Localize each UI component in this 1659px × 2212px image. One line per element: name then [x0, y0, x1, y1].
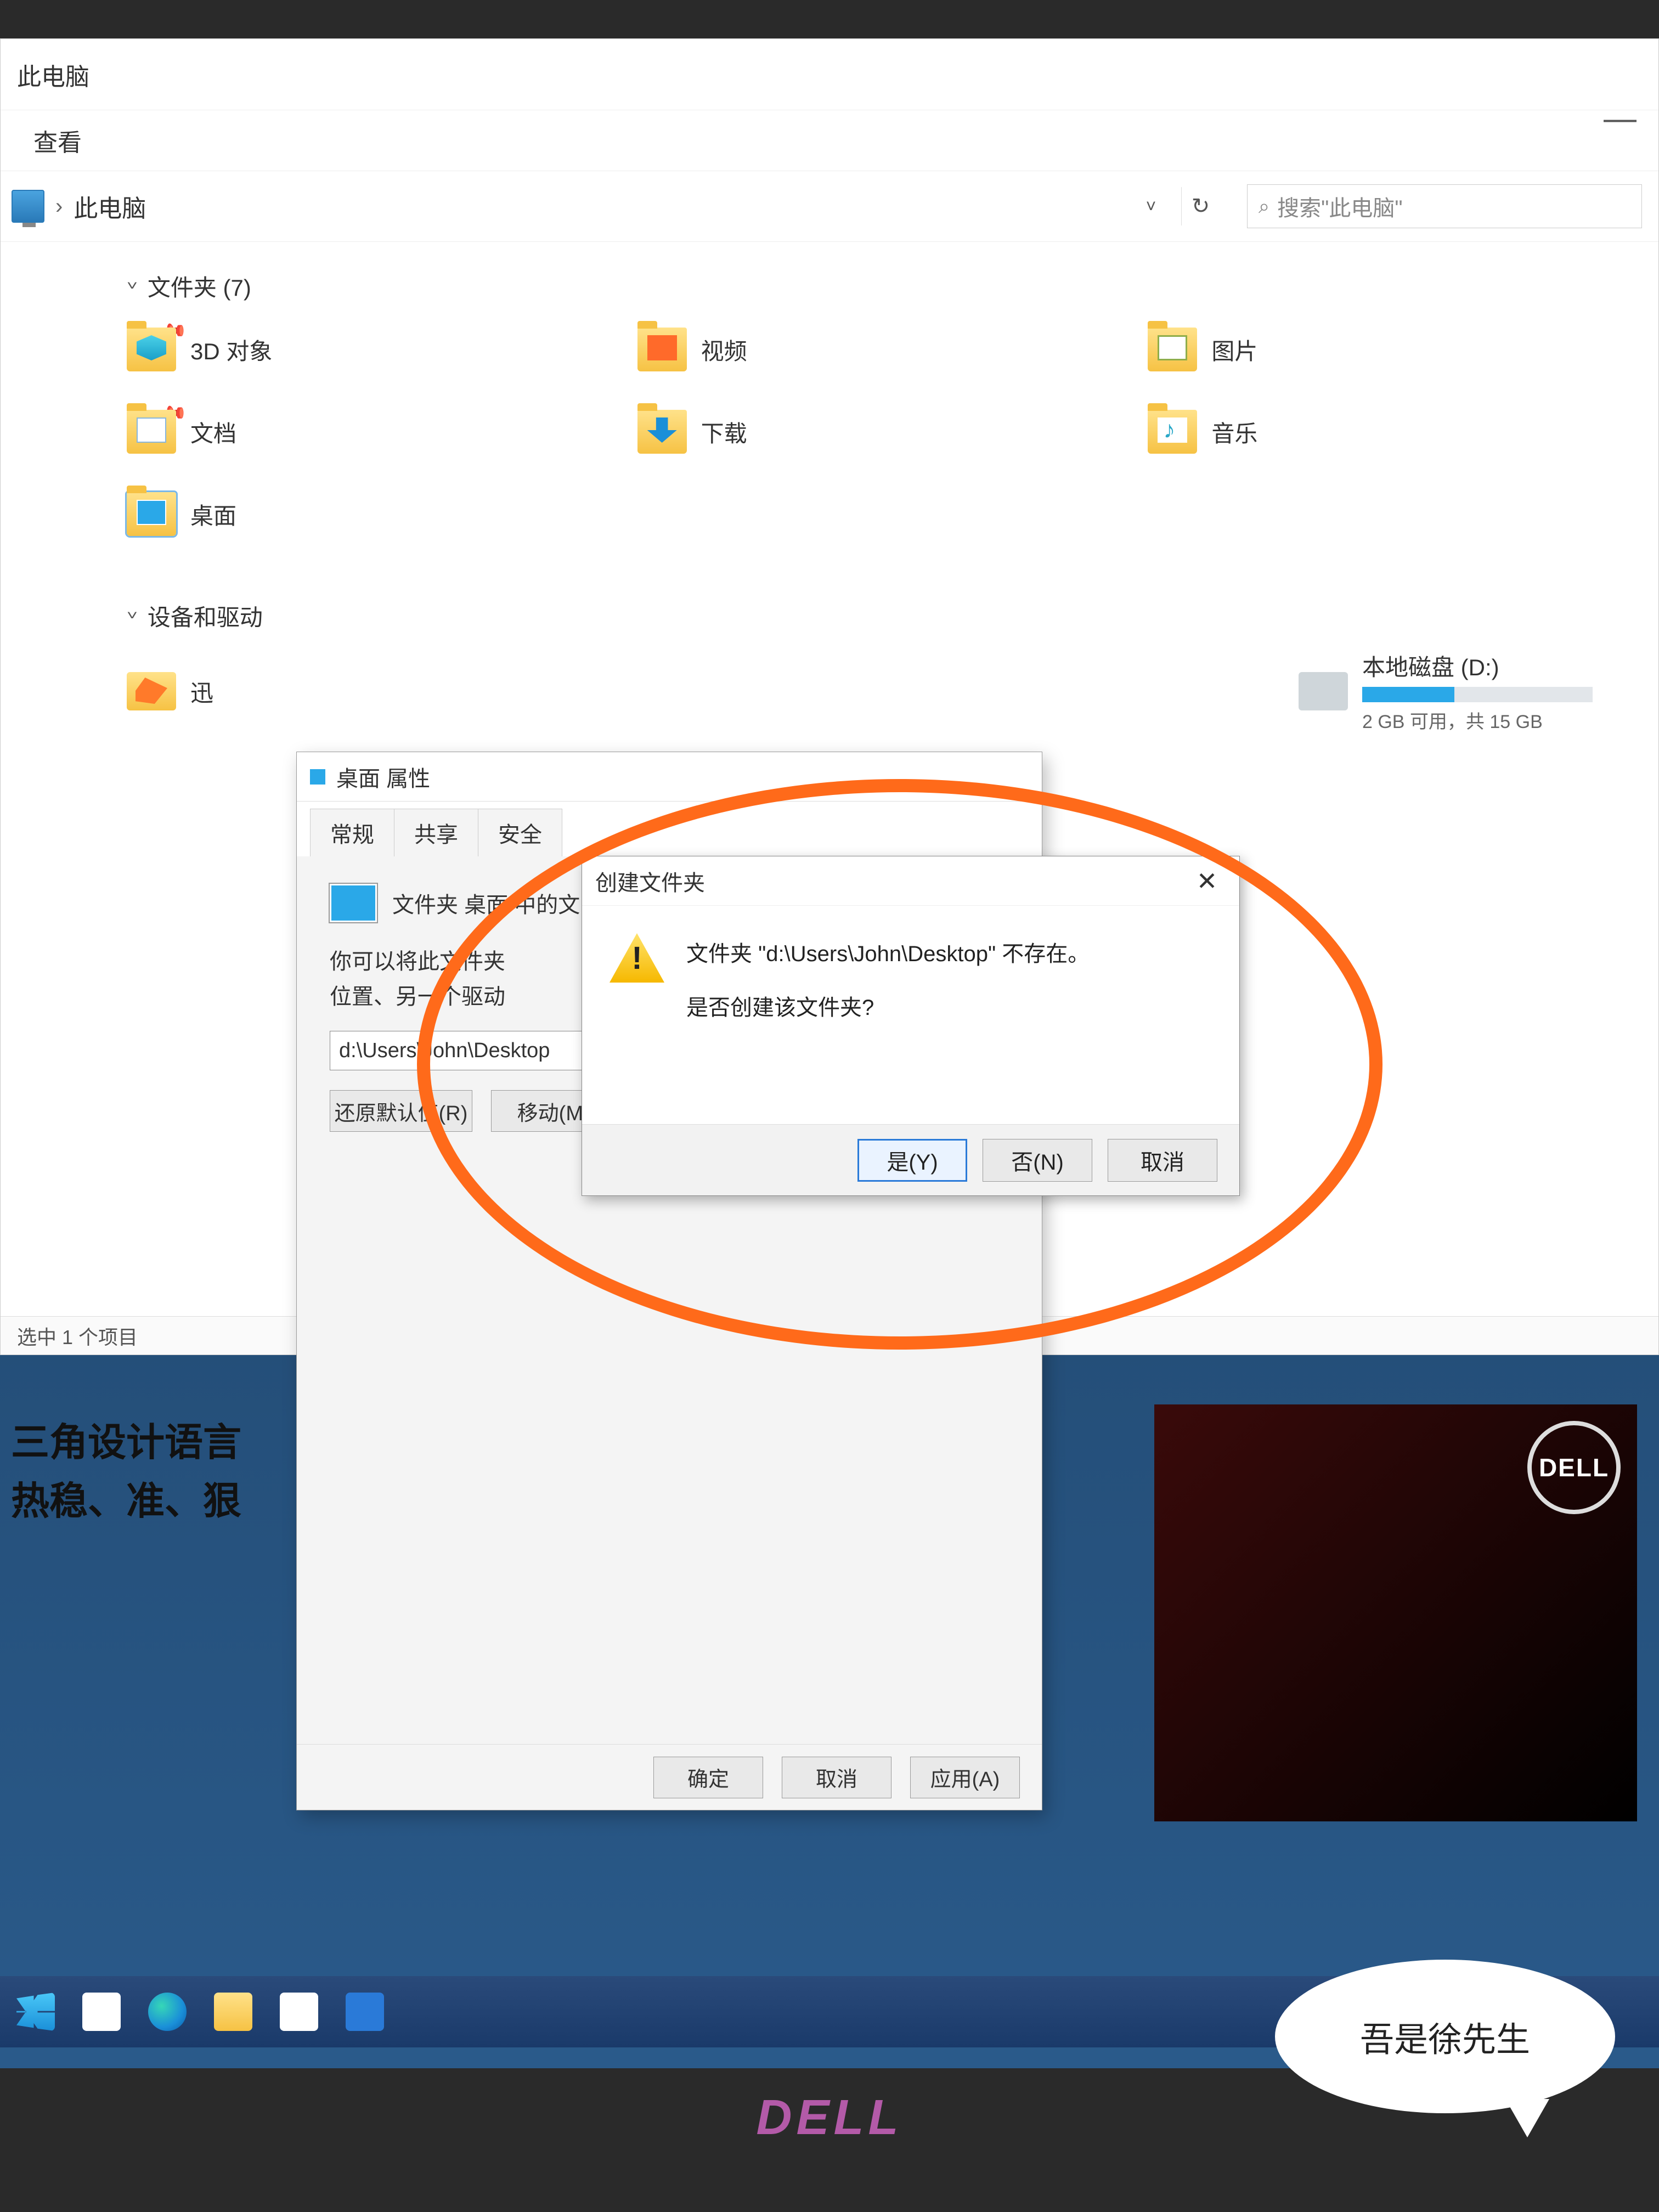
- folder-music[interactable]: 音乐: [1148, 402, 1626, 462]
- folder-label: 下载: [701, 415, 747, 449]
- address-dropdown-icon[interactable]: ˅: [1132, 187, 1170, 225]
- start-button[interactable]: [16, 1993, 55, 2031]
- task-view-icon[interactable]: [82, 1993, 121, 2031]
- bubble-text: 吾是徐先生: [1360, 2012, 1530, 2061]
- address-bar: › 此电脑 ˅ ↻ ⌕ 搜索"此电脑": [1, 171, 1658, 242]
- title-text: 此电脑: [17, 57, 89, 92]
- folder-icon: [1148, 328, 1197, 371]
- status-text: 选中 1 个项目: [17, 1322, 138, 1350]
- dialog-titlebar[interactable]: 桌面 属性: [297, 752, 1042, 802]
- drive-xunlei[interactable]: 迅: [127, 649, 213, 733]
- messagebox-titlebar[interactable]: 创建文件夹 ✕: [582, 856, 1239, 906]
- tab-view[interactable]: 查看: [33, 123, 82, 158]
- properties-row-label: 文件夹 桌面 中的文: [392, 887, 580, 919]
- path-value: d:\Users\John\Desktop: [339, 1039, 550, 1063]
- folder-icon: [127, 328, 176, 371]
- restore-default-button[interactable]: 还原默认值(R): [330, 1090, 472, 1132]
- store-icon[interactable]: [280, 1993, 318, 2031]
- tab-security[interactable]: 安全: [478, 809, 562, 856]
- folder-downloads[interactable]: 下载: [637, 402, 1115, 462]
- messagebox-text: 文件夹 "d:\Users\John\Desktop" 不存在。 是否创建该文件…: [686, 933, 1090, 1029]
- folder-documents[interactable]: 文档: [127, 402, 605, 462]
- explorer-taskbar-icon[interactable]: [214, 1993, 252, 2031]
- ribbon-tabs: 查看: [1, 110, 1658, 171]
- cancel-button[interactable]: 取消: [782, 1757, 891, 1798]
- folder-label: 音乐: [1211, 415, 1257, 449]
- breadcrumb[interactable]: 此电脑: [74, 189, 146, 224]
- warning-icon: [610, 933, 664, 983]
- create-folder-messagebox: 创建文件夹 ✕ 文件夹 "d:\Users\John\Desktop" 不存在。…: [582, 856, 1240, 1196]
- dialog-title: 桌面 属性: [336, 761, 430, 793]
- disk-label: 本地磁盘 (D:): [1362, 649, 1593, 682]
- group-folders-label: 文件夹 (7): [148, 269, 251, 303]
- yes-button[interactable]: 是(Y): [857, 1139, 967, 1182]
- close-icon[interactable]: ✕: [1188, 866, 1226, 896]
- folder-label: 文档: [190, 415, 236, 449]
- edge-icon[interactable]: [148, 1993, 187, 2031]
- background-text-line1: 三角设计语言: [11, 1415, 241, 1469]
- chevron-down-icon: ˅: [127, 279, 138, 294]
- cancel-button[interactable]: 取消: [1108, 1139, 1217, 1182]
- ok-button[interactable]: 确定: [653, 1757, 763, 1798]
- folder-icon: [127, 492, 176, 536]
- drive-label: 迅: [190, 675, 213, 708]
- tab-general[interactable]: 常规: [310, 809, 394, 856]
- folder-icon: [127, 410, 176, 454]
- group-folders-header[interactable]: ˅ 文件夹 (7): [127, 269, 1626, 303]
- drive-local-d[interactable]: 本地磁盘 (D:) 2 GB 可用，共 15 GB: [1299, 649, 1593, 733]
- desktop-small-icon: [310, 769, 325, 785]
- chevron-down-icon: ˅: [127, 608, 138, 623]
- messagebox-line2: 是否创建该文件夹?: [686, 987, 1090, 1029]
- search-placeholder: 搜索"此电脑": [1277, 190, 1402, 222]
- dell-badge-icon: DELL: [1527, 1421, 1621, 1514]
- messagebox-line1: 文件夹 "d:\Users\John\Desktop" 不存在。: [686, 933, 1090, 975]
- drive-icon: [127, 672, 176, 710]
- apply-button[interactable]: 应用(A): [910, 1757, 1020, 1798]
- folder-label: 3D 对象: [190, 333, 272, 366]
- disk-free-text: 2 GB 可用，共 15 GB: [1362, 707, 1593, 733]
- folder-icon: [1148, 410, 1197, 454]
- folder-3d-objects[interactable]: 3D 对象: [127, 319, 605, 380]
- disk-icon: [1299, 672, 1348, 710]
- desktop-icon: [330, 884, 377, 922]
- folder-desktop[interactable]: 桌面: [127, 484, 605, 544]
- background-product-image: DELL: [1154, 1404, 1637, 1821]
- window-title: 此电脑: [1, 39, 1658, 110]
- folder-pictures[interactable]: 图片: [1148, 319, 1626, 380]
- this-pc-icon: [12, 190, 44, 223]
- dialog-tabs: 常规 共享 安全: [297, 802, 1042, 856]
- refresh-button[interactable]: ↻: [1181, 187, 1220, 225]
- folder-videos[interactable]: 视频: [637, 319, 1115, 380]
- tab-share[interactable]: 共享: [394, 809, 478, 856]
- minimize-button[interactable]: —: [1604, 99, 1637, 137]
- folder-icon: [637, 410, 687, 454]
- search-icon: ⌕: [1259, 195, 1269, 218]
- disk-usage-bar: [1362, 687, 1593, 702]
- no-button[interactable]: 否(N): [983, 1139, 1092, 1182]
- folder-icon: [637, 328, 687, 371]
- search-input[interactable]: ⌕ 搜索"此电脑": [1247, 184, 1642, 228]
- mail-icon[interactable]: [346, 1993, 384, 2031]
- monitor-brand-logo: DELL: [757, 2090, 903, 2146]
- messagebox-title: 创建文件夹: [595, 865, 705, 897]
- background-text-line2: 热稳、准、狠: [11, 1470, 241, 1526]
- group-devices-label: 设备和驱动: [148, 599, 263, 633]
- group-devices-header[interactable]: ˅ 设备和驱动: [127, 599, 1626, 633]
- folder-label: 桌面: [190, 498, 236, 531]
- folder-label: 图片: [1211, 333, 1257, 366]
- breadcrumb-separator-icon: ›: [55, 194, 63, 219]
- watermark-speech-bubble: 吾是徐先生: [1275, 1960, 1615, 2113]
- folder-label: 视频: [701, 333, 747, 366]
